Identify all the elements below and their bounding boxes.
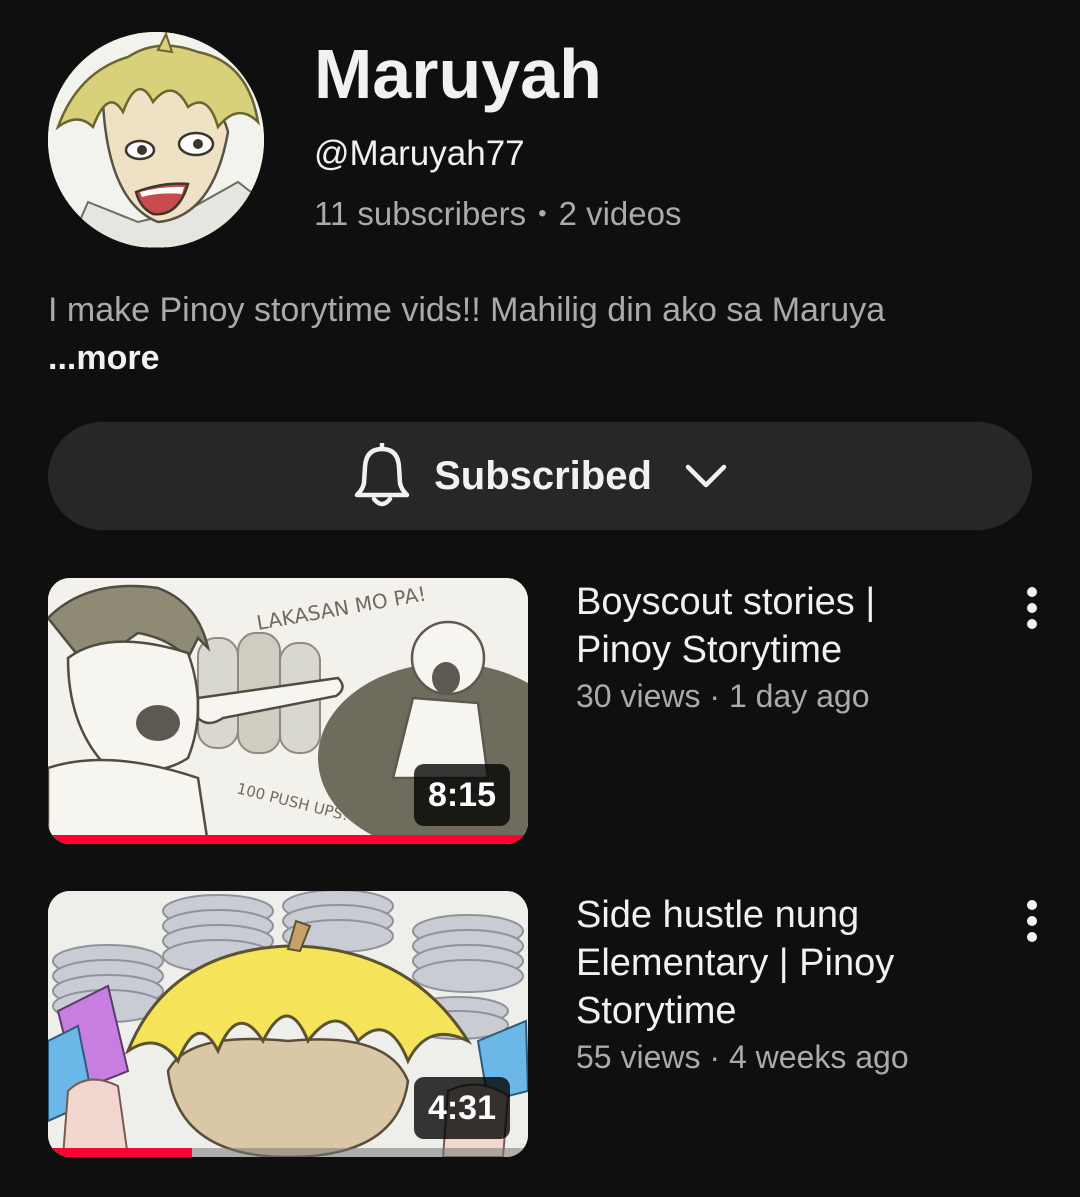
channel-handle: @Maruyah77 xyxy=(314,134,525,173)
stats-separator: • xyxy=(538,200,547,227)
subscriber-count: 11 subscribers xyxy=(314,195,527,232)
watch-progress-fill xyxy=(48,835,524,844)
video-title: Side hustle nung Elementary | Pinoy Stor… xyxy=(576,894,895,1032)
channel-avatar[interactable] xyxy=(48,32,264,248)
avatar-image xyxy=(48,32,264,248)
subscribed-label: Subscribed xyxy=(434,453,652,498)
video-views-age: 55 views · 4 weeks ago xyxy=(576,1039,909,1075)
video-thumbnail[interactable]: LAKASAN MO PA! 100 PUSH UPS! 8:15 xyxy=(48,578,528,844)
more-options-icon[interactable] xyxy=(1012,584,1052,632)
channel-stats: 11 subscribers • 2 videos xyxy=(314,192,681,240)
video-views-age: 30 views · 1 day ago xyxy=(576,678,870,714)
chevron-down-icon xyxy=(685,464,727,488)
more-options-icon[interactable] xyxy=(1012,897,1052,945)
video-duration: 4:31 xyxy=(413,1077,510,1139)
more-link[interactable]: ...more xyxy=(48,339,159,377)
video-meta[interactable]: Boyscout stories | Pinoy Storytime 30 vi… xyxy=(576,578,966,718)
subscribed-button[interactable]: Subscribed xyxy=(48,422,1032,530)
watch-progress-fill xyxy=(48,1148,192,1157)
video-duration: 8:15 xyxy=(413,764,510,826)
video-item[interactable]: LAKASAN MO PA! 100 PUSH UPS! 8:15 Boysco… xyxy=(48,578,1048,844)
video-item[interactable]: 4:31 Side hustle nung Elementary | Pinoy… xyxy=(48,891,1048,1157)
video-title: Boyscout stories | Pinoy Storytime xyxy=(576,581,876,671)
video-meta[interactable]: Side hustle nung Elementary | Pinoy Stor… xyxy=(576,891,966,1079)
watch-progress-track xyxy=(48,1148,528,1157)
bell-icon xyxy=(354,443,410,507)
watch-progress-track xyxy=(48,835,528,844)
channel-name: Maruyah xyxy=(314,35,602,113)
channel-description[interactable]: I make Pinoy storytime vids!! Mahilig di… xyxy=(48,286,948,382)
video-count: 2 videos xyxy=(558,195,682,232)
description-text: I make Pinoy storytime vids!! Mahilig di… xyxy=(48,291,886,329)
video-thumbnail[interactable]: 4:31 xyxy=(48,891,528,1157)
